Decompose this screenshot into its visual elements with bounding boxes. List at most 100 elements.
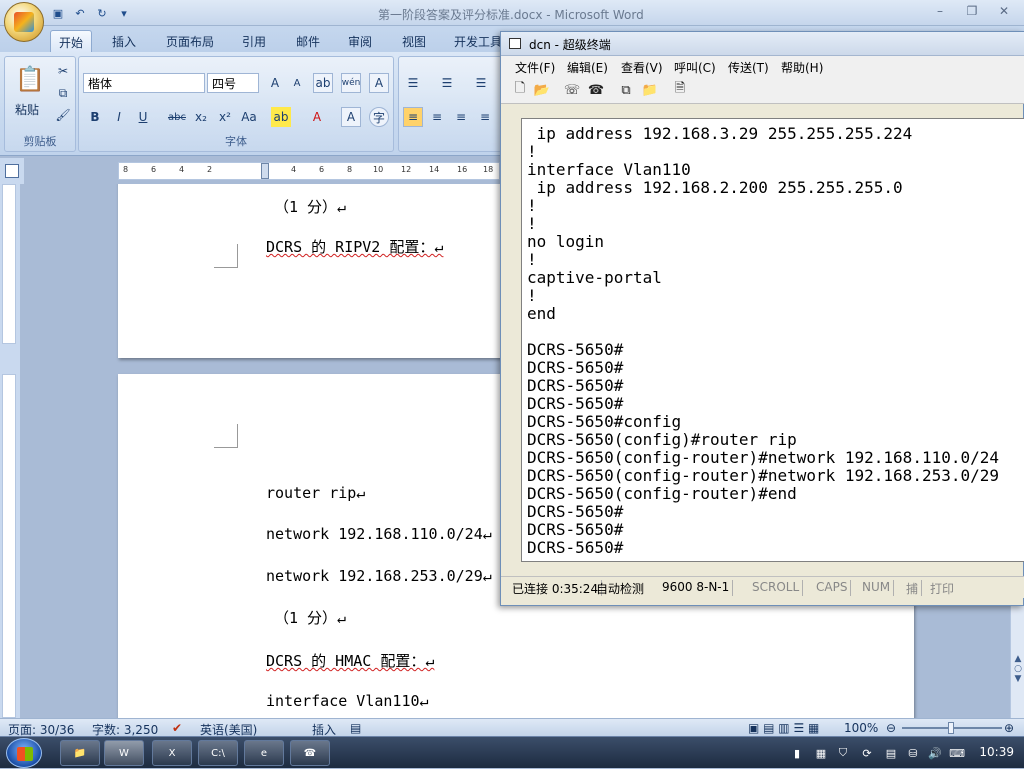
subscript-icon[interactable]: x₂ <box>191 107 211 127</box>
cut-icon[interactable]: ✂ <box>53 61 73 81</box>
browse-object-icon[interactable]: ▲ ○ ▼ <box>1013 654 1023 714</box>
terminal-line: no login <box>527 232 605 251</box>
ruler-tick: 6 <box>151 165 157 174</box>
maximize-icon[interactable]: ❐ <box>958 2 986 20</box>
char-border-icon[interactable]: A <box>369 73 389 93</box>
strikethrough-icon[interactable]: abc <box>167 107 187 127</box>
minimize-icon[interactable]: – <box>926 2 954 20</box>
align-right-icon[interactable]: ≡ <box>451 107 471 127</box>
office-button[interactable] <box>4 2 44 42</box>
copy-icon[interactable]: ⧉ <box>53 83 73 103</box>
ie-task-icon[interactable]: e <box>244 740 284 766</box>
customize-qat-icon[interactable]: ▾ <box>116 5 132 21</box>
volume-tray-icon[interactable]: 🔊 <box>928 746 942 760</box>
zoom-out-icon[interactable]: ⊖ <box>886 721 896 735</box>
open-icon[interactable]: 📂 <box>533 81 551 99</box>
new-connection-icon[interactable]: 🗋 <box>511 81 529 99</box>
multilevel-list-icon[interactable]: ☰ <box>471 73 491 93</box>
align-left-icon[interactable]: ≡ <box>403 107 423 127</box>
menu-view[interactable]: 查看(V) <box>621 59 663 76</box>
view-buttons[interactable]: ▣ ▤ ▥ ☰ ▦ <box>748 721 819 735</box>
change-case-icon[interactable]: Aa <box>239 107 259 127</box>
clock[interactable]: 10:39 <box>979 745 1014 759</box>
connect-icon[interactable]: ☏ <box>563 81 581 99</box>
bullets-icon[interactable]: ☰ <box>403 73 423 93</box>
horizontal-ruler[interactable]: 8 6 4 2 2 4 6 8 10 12 14 16 18 <box>118 162 500 180</box>
tray-app-icon[interactable]: ▮ <box>790 746 804 760</box>
zoom-slider[interactable] <box>902 722 1002 734</box>
clear-format-icon[interactable]: ab <box>313 73 333 93</box>
highlight-icon[interactable]: ab <box>271 107 291 127</box>
language-tray-icon[interactable]: ⌨ <box>949 746 965 760</box>
ruler-tick: 4 <box>291 165 297 174</box>
zoom-level[interactable]: 100% <box>844 721 878 735</box>
italic-icon[interactable]: I <box>109 107 129 127</box>
proofing-icon[interactable]: ✔ <box>172 721 182 735</box>
menu-call[interactable]: 呼叫(C) <box>674 59 716 76</box>
word-window-controls: – ❐ ✕ <box>926 2 1018 20</box>
bold-icon[interactable]: B <box>85 107 105 127</box>
close-icon[interactable]: ✕ <box>990 2 1018 20</box>
terminal-line: captive-portal <box>527 268 662 287</box>
disconnect-icon[interactable]: ☎ <box>587 81 605 99</box>
zoom-in-icon[interactable]: ⊕ <box>1004 721 1014 735</box>
explorer-task-icon[interactable]: 📁 <box>60 740 100 766</box>
properties-icon[interactable]: 🗎 <box>671 81 689 99</box>
redo-icon[interactable]: ↻ <box>94 5 110 21</box>
char-shading-icon[interactable]: A <box>341 107 361 127</box>
font-name-combo[interactable]: 楷体 <box>83 73 205 93</box>
paste-icon[interactable]: 📋 <box>15 63 45 95</box>
font-color-icon[interactable]: A <box>307 107 327 127</box>
tab-page-layout[interactable]: 页面布局 <box>158 30 222 52</box>
menu-edit[interactable]: 编辑(E) <box>567 59 608 76</box>
cmd-task-icon[interactable]: C:\ <box>198 740 238 766</box>
macro-record-icon[interactable]: ▤ <box>350 721 361 735</box>
superscript-icon[interactable]: x² <box>215 107 235 127</box>
numbering-icon[interactable]: ☰ <box>437 73 457 93</box>
menu-help[interactable]: 帮助(H) <box>781 59 823 76</box>
tab-insert[interactable]: 插入 <box>104 30 144 52</box>
hyperterminal-task-icon[interactable]: ☎ <box>290 740 330 766</box>
tab-selector[interactable] <box>0 158 24 184</box>
paragraph-group: ☰ ☰ ☰ ≡ ≡ ≡ ≡ <box>398 56 502 152</box>
shrink-font-icon[interactable]: A <box>287 73 307 93</box>
security-tray-icon[interactable]: ⛉ <box>836 746 850 760</box>
taskbar: 📁 W X C:\ e ☎ ▮ ▦ ⛉ ⟳ ▤ ⛁ 🔊 ⌨ 10:39 <box>0 736 1024 768</box>
tab-home[interactable]: 开始 <box>50 30 93 52</box>
word-task-icon[interactable]: W <box>104 740 144 766</box>
indent-marker[interactable] <box>261 163 269 179</box>
paste-button-label[interactable]: 粘贴 <box>15 101 39 118</box>
excel-task-icon[interactable]: X <box>152 740 192 766</box>
menu-file[interactable]: 文件(F) <box>515 59 555 76</box>
format-painter-icon[interactable]: 🖌 <box>53 105 73 125</box>
terminal-screen[interactable]: ip address 192.168.3.29 255.255.255.224!… <box>521 118 1024 562</box>
zoom-slider-thumb[interactable] <box>948 722 954 734</box>
update-tray-icon[interactable]: ⟳ <box>860 746 874 760</box>
phonetic-guide-icon[interactable]: wén <box>341 73 361 93</box>
ruler-tick: 12 <box>401 165 412 174</box>
terminal-title-bar[interactable]: dcn - 超级终端 <box>501 32 1024 56</box>
tab-review[interactable]: 审阅 <box>340 30 380 52</box>
enclose-char-icon[interactable]: 字 <box>369 107 389 127</box>
save-icon[interactable]: ▣ <box>50 5 66 21</box>
terminal-line: DCRS-5650# <box>527 520 624 539</box>
undo-icon[interactable]: ↶ <box>72 5 88 21</box>
network-tray-icon[interactable]: ▦ <box>814 746 828 760</box>
start-button[interactable] <box>6 738 42 768</box>
terminal-line: ip address 192.168.3.29 255.255.255.224 <box>527 124 913 143</box>
grow-font-icon[interactable]: A <box>265 73 285 93</box>
font-size-combo[interactable]: 四号 <box>207 73 259 93</box>
align-center-icon[interactable]: ≡ <box>427 107 447 127</box>
menu-transfer[interactable]: 传送(T) <box>728 59 769 76</box>
tab-view[interactable]: 视图 <box>394 30 434 52</box>
receive-icon[interactable]: 📁 <box>641 81 659 99</box>
send-icon[interactable]: ⧉ <box>617 81 635 99</box>
lock-tray-icon[interactable]: ⛁ <box>906 746 920 760</box>
clipboard-tray-icon[interactable]: ▤ <box>884 746 898 760</box>
tab-mailings[interactable]: 邮件 <box>288 30 328 52</box>
terminal-line: DCRS-5650(config-router)#network 192.168… <box>527 448 1000 467</box>
tab-references[interactable]: 引用 <box>234 30 274 52</box>
justify-icon[interactable]: ≡ <box>475 107 495 127</box>
windows-logo-icon <box>17 747 33 761</box>
underline-icon[interactable]: U <box>133 107 153 127</box>
